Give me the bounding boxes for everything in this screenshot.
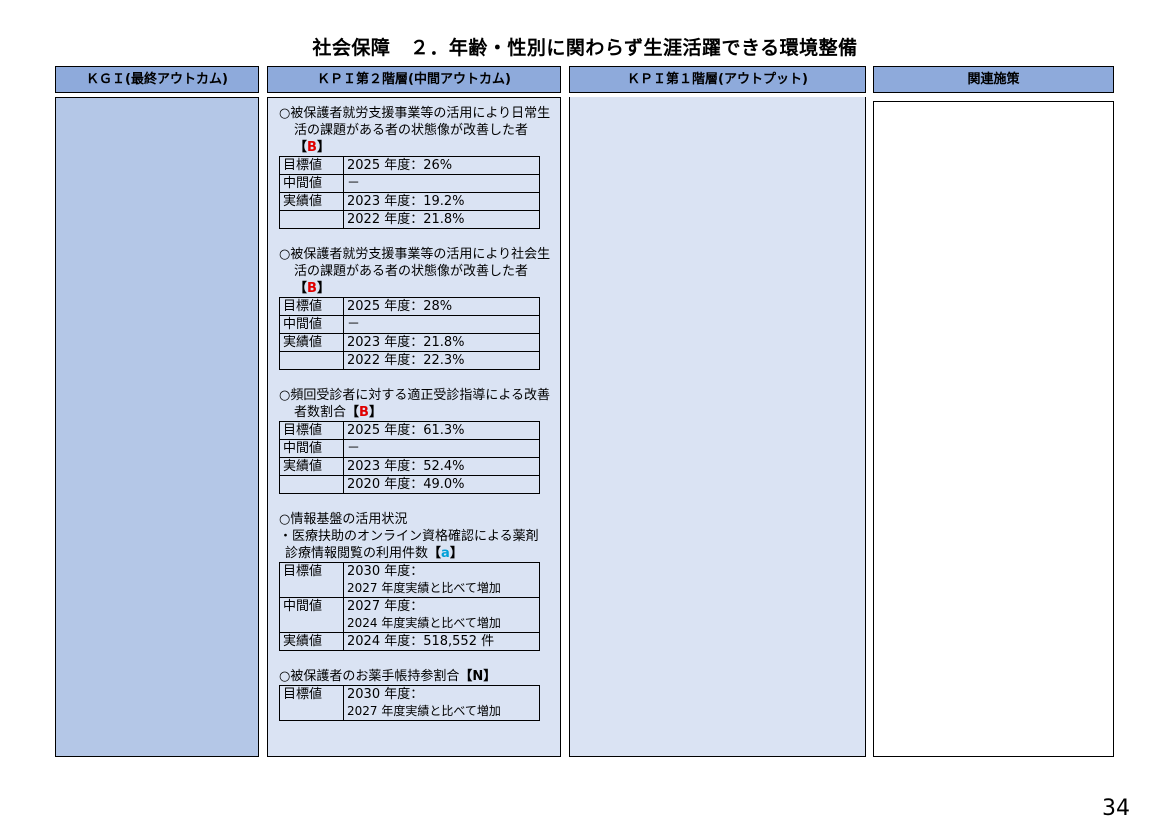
- kpi1-column: [569, 97, 866, 757]
- kpi-heading: ○頻回受診者に対する適正受診指導による改善者数割合【B】: [279, 388, 550, 420]
- page-title: 社会保障 ２．年齢・性別に関わらず生涯活躍できる環境整備: [312, 37, 858, 59]
- table-row: 目標値 2025 年度：61.3%: [279, 421, 540, 440]
- grade-mark: B: [307, 281, 317, 296]
- row-value: 2027 年度： 2024 年度実績と比べて増加: [343, 597, 540, 633]
- kgi-column: [55, 97, 259, 757]
- row-label: [279, 475, 344, 494]
- row-label: 実績値: [279, 192, 344, 211]
- kpi-table: 目標値 2030 年度： 2027 年度実績と比べて増加 中間値 2027 年度： 20…: [279, 562, 540, 651]
- kpi-table: 目標値 2025 年度：61.3% 中間値－ 実績値 2023 年度：52.4% 2…: [279, 421, 540, 494]
- kpi-heading: ○被保護者就労支援事業等の活用により社会生活の課題がある者の状態像が改善した者【…: [279, 247, 551, 296]
- table-row: 中間値－: [279, 315, 540, 334]
- header-kpi2: ＫＰＩ第２階層(中間アウトカム): [267, 66, 561, 93]
- row-label: [279, 351, 344, 370]
- kpi-block: ○被保護者就労支援事業等の活用により社会生活の課題がある者の状態像が改善した者【…: [279, 246, 551, 370]
- row-label: 目標値: [279, 421, 344, 440]
- row-value: 2030 年度： 2027 年度実績と比べて増加: [343, 685, 540, 721]
- row-value: 2022 年度：22.3%: [343, 351, 540, 370]
- row-value: 2030 年度： 2027 年度実績と比べて増加: [343, 562, 540, 598]
- table-row: 中間値－: [279, 439, 540, 458]
- row-label: 目標値: [279, 685, 344, 721]
- row-value: 2023 年度：21.8%: [343, 333, 540, 352]
- kpi-heading: ○被保護者就労支援事業等の活用により日常生活の課題がある者の状態像が改善した者【…: [279, 106, 551, 155]
- row-value: 2025 年度：28%: [343, 297, 540, 316]
- grade-mark: B: [307, 140, 317, 155]
- kpi-block: ○頻回受診者に対する適正受診指導による改善者数割合【B】 目標値 2025 年度：…: [279, 387, 551, 494]
- kpi2-column: ○被保護者就労支援事業等の活用により日常生活の課題がある者の状態像が改善した者【…: [267, 97, 561, 757]
- table-row: 2020 年度：49.0%: [279, 475, 540, 494]
- row-label: 中間値: [279, 597, 344, 633]
- related-column: [873, 101, 1114, 757]
- kpi-heading: ○情報基盤の活用状況: [279, 512, 408, 527]
- row-value: 2022 年度：21.8%: [343, 210, 540, 229]
- row-value: 2023 年度：19.2%: [343, 192, 540, 211]
- kpi-table: 目標値 2025 年度：26% 中間値－ 実績値 2023 年度：19.2% 202…: [279, 156, 540, 229]
- table-row: 2022 年度：21.8%: [279, 210, 540, 229]
- table-row: 実績値 2023 年度：52.4%: [279, 457, 540, 476]
- row-value: 2025 年度：61.3%: [343, 421, 540, 440]
- row-value: 2023 年度：52.4%: [343, 457, 540, 476]
- row-label: 実績値: [279, 333, 344, 352]
- header-related: 関連施策: [873, 66, 1114, 93]
- row-value: 2020 年度：49.0%: [343, 475, 540, 494]
- row-label: 中間値: [279, 315, 344, 334]
- table-row: 目標値 2030 年度： 2027 年度実績と比べて増加: [279, 562, 540, 598]
- row-label: [279, 210, 344, 229]
- table-row: 実績値 2023 年度：19.2%: [279, 192, 540, 211]
- kpi-table: 目標値 2030 年度： 2027 年度実績と比べて増加: [279, 685, 540, 721]
- row-label: 目標値: [279, 562, 344, 598]
- table-row: 目標値 2025 年度：28%: [279, 297, 540, 316]
- row-label: 実績値: [279, 457, 344, 476]
- kpi-block: ○情報基盤の活用状況 ・医療扶助のオンライン資格確認による薬剤診療情報閲覧の利用…: [279, 511, 551, 651]
- table-row: 中間値－: [279, 174, 540, 193]
- row-value: 2024 年度：518,552 件: [343, 632, 540, 651]
- grade-mark: a: [441, 546, 450, 561]
- row-label: 中間値: [279, 174, 344, 193]
- table-row: 目標値 2030 年度： 2027 年度実績と比べて増加: [279, 685, 540, 721]
- kpi-heading: ○被保護者のお薬手帳持参割合【N】: [279, 669, 497, 684]
- table-row: 目標値 2025 年度：26%: [279, 156, 540, 175]
- table-row: 中間値 2027 年度： 2024 年度実績と比べて増加: [279, 597, 540, 633]
- grade-mark: B: [359, 405, 369, 420]
- row-value: －: [343, 315, 540, 334]
- row-value: －: [343, 439, 540, 458]
- kpi-block: ○被保護者のお薬手帳持参割合【N】 目標値 2030 年度： 2027 年度実績と比…: [279, 668, 551, 721]
- header-kgi: ＫＧＩ(最終アウトカム): [55, 66, 259, 93]
- grade-mark: N: [472, 669, 484, 684]
- page-number: 34: [1102, 796, 1130, 821]
- row-label: 目標値: [279, 156, 344, 175]
- kpi-block: ○被保護者就労支援事業等の活用により日常生活の課題がある者の状態像が改善した者【…: [279, 105, 551, 229]
- row-label: 目標値: [279, 297, 344, 316]
- row-value: 2025 年度：26%: [343, 156, 540, 175]
- header-kpi1: ＫＰＩ第１階層(アウトプット): [569, 66, 866, 93]
- row-value: －: [343, 174, 540, 193]
- row-label: 実績値: [279, 632, 344, 651]
- table-row: 実績値 2024 年度：518,552 件: [279, 632, 540, 651]
- kpi-table: 目標値 2025 年度：28% 中間値－ 実績値 2023 年度：21.8% 202…: [279, 297, 540, 370]
- kpi2-content: ○被保護者就労支援事業等の活用により日常生活の課題がある者の状態像が改善した者【…: [279, 105, 551, 738]
- table-row: 2022 年度：22.3%: [279, 351, 540, 370]
- kpi-subheading: ・医療扶助のオンライン資格確認による薬剤診療情報閲覧の利用件数【a】: [279, 529, 539, 561]
- table-row: 実績値 2023 年度：21.8%: [279, 333, 540, 352]
- row-label: 中間値: [279, 439, 344, 458]
